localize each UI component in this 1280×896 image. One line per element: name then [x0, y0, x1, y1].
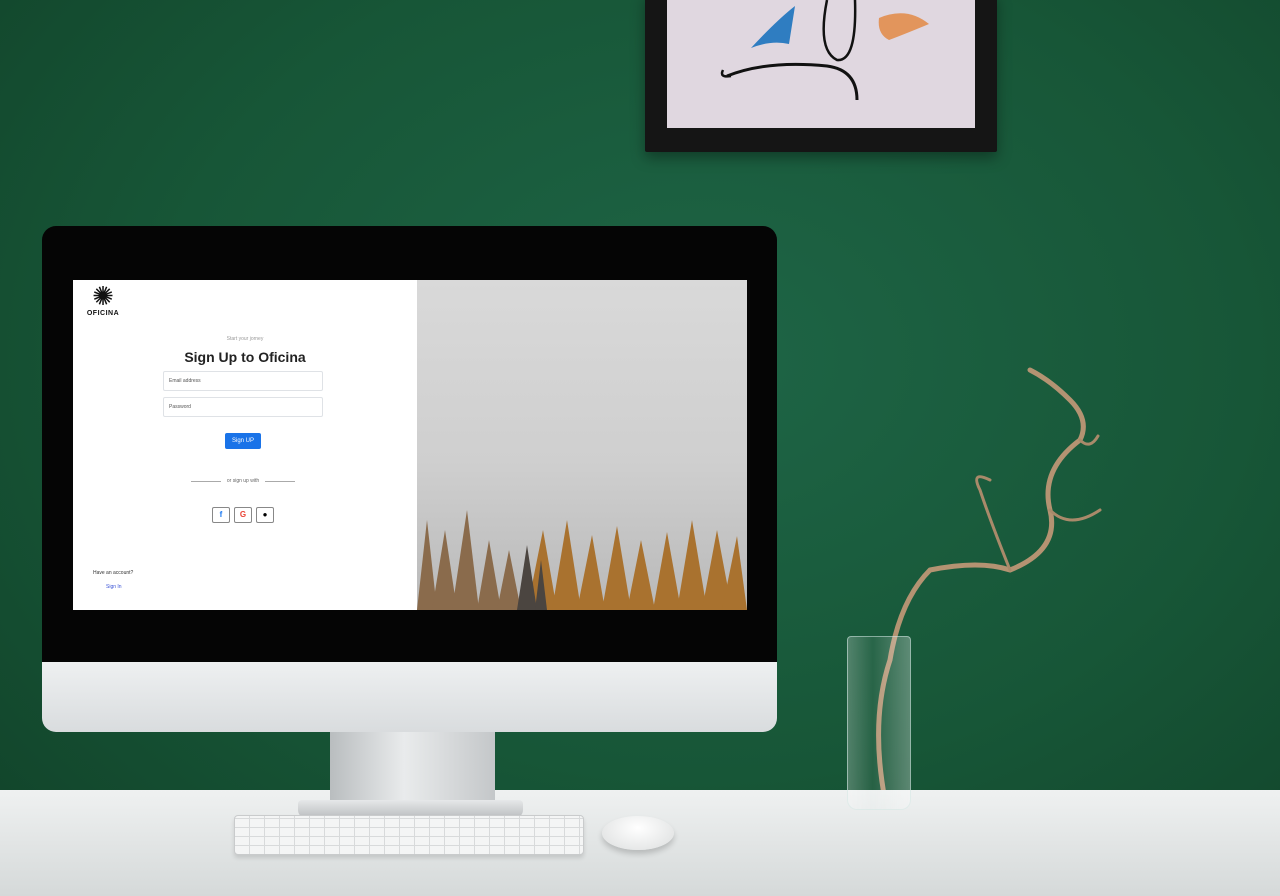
google-icon[interactable]: G [234, 507, 252, 523]
logo-mark-icon: ✺ [92, 281, 114, 311]
email-field[interactable]: Email address [163, 371, 323, 391]
monitor-chin [42, 662, 777, 732]
signup-panel: ✺ OFICINA Start your jorney Sign Up to O… [73, 280, 417, 610]
signup-button[interactable]: Sign UP [225, 433, 261, 449]
wall-painting [645, 0, 997, 152]
facebook-icon[interactable]: f [212, 507, 230, 523]
signin-link[interactable]: Sign In [106, 584, 122, 590]
mouse [602, 816, 674, 850]
glass-vase [847, 636, 911, 810]
oficina-logo: ✺ OFICINA [83, 282, 123, 328]
tagline: Start your jorney [226, 336, 264, 342]
page-title: Sign Up to Oficina [184, 349, 306, 365]
have-account-text: Have an account? [93, 570, 134, 576]
keyboard [234, 815, 584, 855]
divider-text: or sign up with [191, 478, 295, 484]
signup-screen: ✺ OFICINA Start your jorney Sign Up to O… [73, 280, 747, 610]
apple-icon[interactable]: ● [256, 507, 274, 523]
logo-text: OFICINA [86, 310, 120, 317]
password-field[interactable]: Password [163, 397, 323, 417]
foggy-forest-image [417, 280, 747, 610]
